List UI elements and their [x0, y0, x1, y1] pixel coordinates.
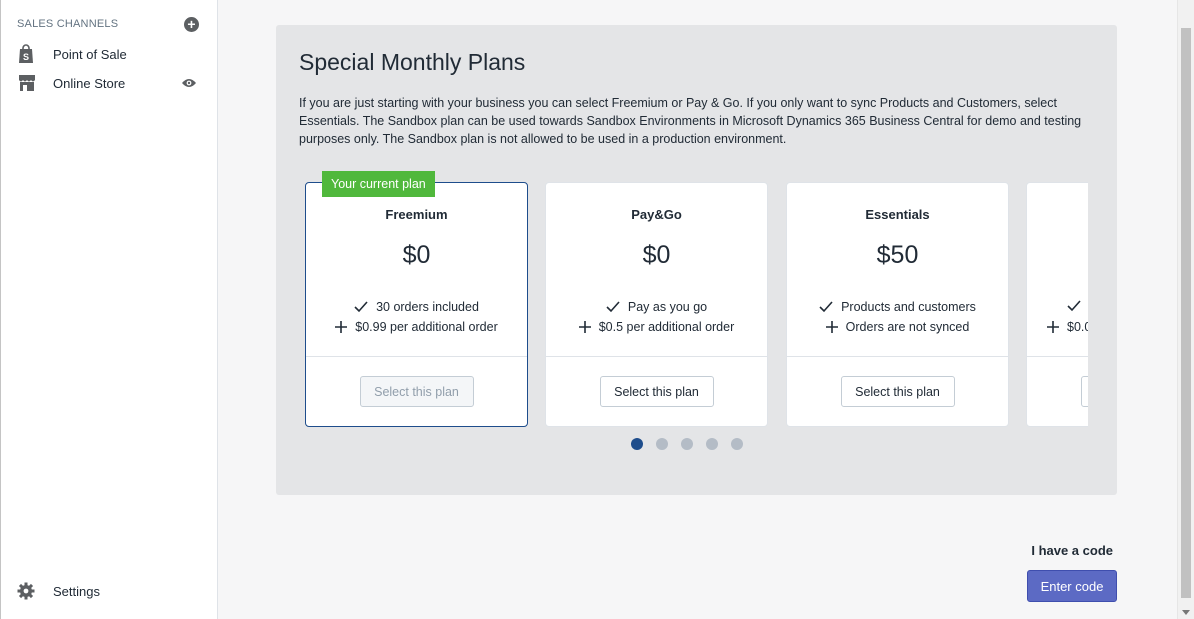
plan-feature: 30 orders included — [306, 300, 527, 314]
plus-circle-icon[interactable]: + — [184, 16, 199, 32]
plan-card-essentials: Essentials $50 Products and customers Or… — [786, 182, 1009, 427]
have-code-label: I have a code — [1031, 543, 1113, 558]
plan-price: $0 — [642, 241, 671, 269]
card-divider — [546, 356, 767, 357]
plus-icon — [1047, 321, 1059, 333]
sidebar: SALES CHANNELS + S Point of Sale Online … — [0, 0, 218, 619]
plan-feature: $0.5 per additional order — [546, 320, 767, 334]
svg-text:S: S — [23, 52, 29, 62]
select-plan-button[interactable]: Select this plan — [840, 376, 955, 407]
plan-feature: Pay as you go — [546, 300, 767, 314]
scrollbar-thumb[interactable] — [1181, 28, 1191, 598]
scroll-down-arrow-icon[interactable] — [1182, 610, 1190, 615]
plus-icon — [578, 321, 591, 333]
sales-channels-header: SALES CHANNELS + — [17, 16, 201, 32]
plan-price: $50 — [876, 241, 919, 269]
plan-feature-text: $0.5 per additional order — [598, 320, 735, 334]
plan-feature: $0.0 — [1047, 320, 1088, 334]
carousel-dot[interactable] — [631, 438, 643, 450]
sidebar-item-label: Online Store — [53, 75, 126, 91]
plan-card-freemium: Freemium $0 30 orders included $0.99 per… — [305, 182, 528, 427]
carousel-dot[interactable] — [656, 438, 668, 450]
plan-name: Freemium — [385, 207, 448, 222]
plan-feature: Products and customers — [787, 300, 1008, 314]
plus-icon — [335, 321, 348, 333]
eye-icon[interactable] — [179, 76, 199, 90]
plan-feature-text: $0.0 — [1067, 320, 1088, 334]
card-divider — [306, 356, 527, 357]
sidebar-item-online-store[interactable]: Online Store — [17, 70, 201, 96]
plans-description: If you are just starting with your busin… — [299, 96, 1082, 146]
card-divider — [787, 356, 1008, 357]
plans-carousel: Freemium $0 30 orders included $0.99 per… — [305, 182, 1088, 428]
check-icon — [1067, 300, 1081, 312]
sidebar-item-label: Settings — [53, 583, 100, 599]
check-icon — [606, 301, 620, 313]
plan-price: $0 — [402, 241, 431, 269]
plan-feature-text: Orders are not synced — [845, 320, 970, 334]
card-divider — [1027, 356, 1088, 357]
plan-feature-text: Products and customers — [841, 300, 976, 314]
check-icon — [354, 301, 368, 313]
sidebar-item-point-of-sale[interactable]: S Point of Sale — [17, 41, 201, 67]
current-plan-badge: Your current plan — [322, 171, 435, 197]
scrollbar[interactable] — [1177, 0, 1194, 619]
plan-feature — [1067, 300, 1088, 312]
select-plan-button[interactable] — [1081, 376, 1088, 407]
carousel-dot[interactable] — [706, 438, 718, 450]
shopify-bag-icon: S — [17, 44, 41, 64]
sales-channels-label: SALES CHANNELS — [17, 18, 119, 30]
sidebar-item-label: Point of Sale — [53, 46, 127, 62]
plus-icon — [825, 321, 838, 333]
plan-name: Essentials — [865, 207, 930, 222]
plan-card-partial: $0.0 — [1026, 182, 1088, 427]
sidebar-item-settings[interactable]: Settings — [17, 578, 201, 604]
check-icon — [819, 301, 833, 313]
plan-feature: $0.99 per additional order — [306, 320, 527, 334]
carousel-dot[interactable] — [731, 438, 743, 450]
plan-card-payandgo: Pay&Go $0 Pay as you go $0.5 per additio… — [545, 182, 768, 427]
page-title: Special Monthly Plans — [299, 49, 526, 75]
enter-code-button[interactable]: Enter code — [1027, 570, 1117, 602]
select-plan-button[interactable]: Select this plan — [599, 376, 714, 407]
carousel-dot[interactable] — [681, 438, 693, 450]
store-icon — [17, 73, 41, 93]
plan-feature-text: Pay as you go — [627, 300, 708, 314]
special-monthly-plans-panel: Special Monthly Plans If you are just st… — [276, 25, 1117, 495]
carousel-pagination — [631, 438, 743, 450]
gear-icon — [17, 581, 41, 601]
plan-feature: Orders are not synced — [787, 320, 1008, 334]
select-plan-button[interactable]: Select this plan — [359, 376, 474, 407]
plan-feature-text: $0.99 per additional order — [355, 320, 498, 334]
plan-name: Pay&Go — [631, 207, 682, 222]
plan-feature-text: 30 orders included — [376, 300, 479, 314]
